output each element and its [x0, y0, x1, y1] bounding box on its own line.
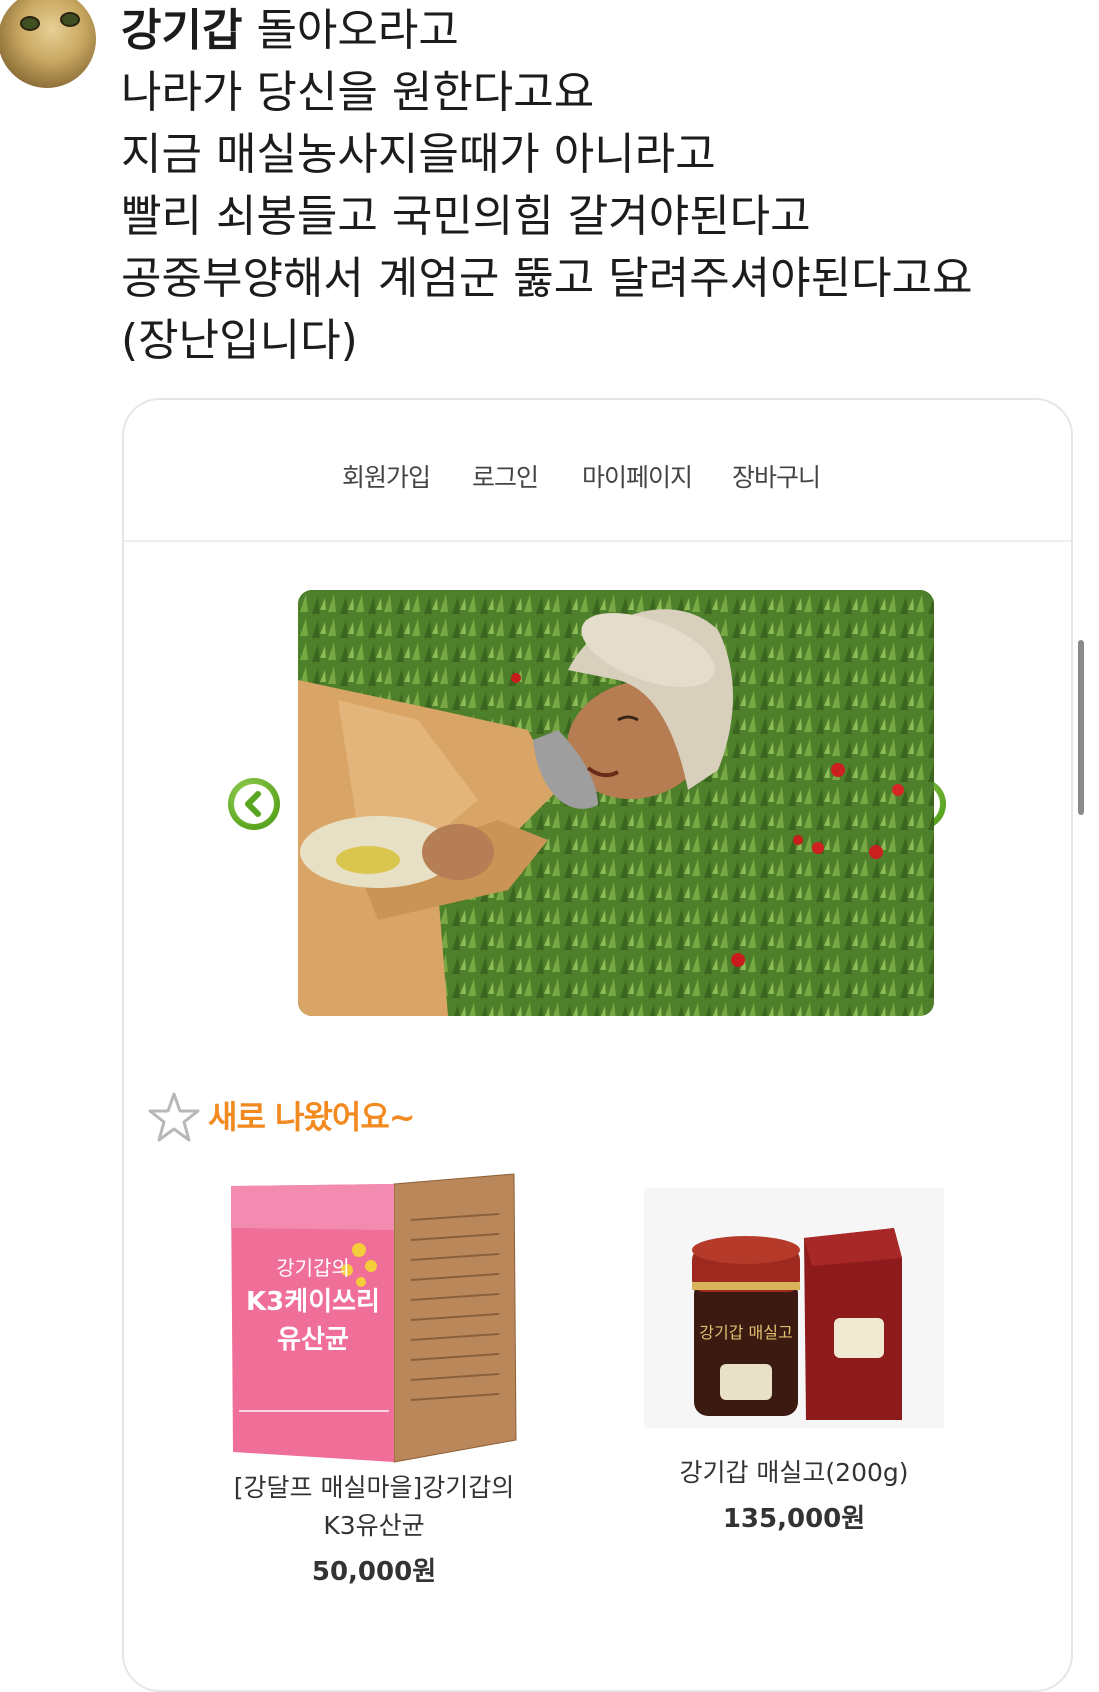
jar-label: 강기갑 매실고: [699, 1323, 792, 1342]
post-line-2: 나라가 당신을 원한다고요: [121, 67, 595, 118]
product-name-k3-line1[interactable]: [강달프 매실마을]강기갑의: [194, 1469, 554, 1507]
post-line-1-text: 돌아오라고: [256, 5, 459, 56]
product-name-k3-line2[interactable]: K3유산균: [194, 1507, 554, 1545]
star-outline-icon: [148, 1092, 200, 1142]
avatar-eye-left: [20, 16, 40, 31]
hero-photo: [298, 590, 934, 1016]
farmer-in-field-illustration: [298, 590, 934, 1016]
post-line-5: 공중부양해서 계엄군 뚫고 달려주셔야된다고요: [121, 253, 973, 304]
slider-prev-button[interactable]: [228, 778, 280, 830]
post-body: 강기갑 돌아오라고 나라가 당신을 원한다고요 지금 매실농사지을때가 아니라고…: [121, 0, 1081, 372]
product-card-maesilgo[interactable]: 강기갑 매실고 강기갑 매실고(200g) 135,000원: [624, 1188, 964, 1535]
post-author[interactable]: 강기갑: [121, 5, 242, 56]
embedded-shop-image[interactable]: 회원가입 로그인 마이페이지 장바구니 새로 나왔어요~ 강기갑의 K3케이쓰리…: [122, 398, 1073, 1692]
chevron-left-icon: [234, 784, 274, 824]
box-title-1: 강기갑의: [276, 1256, 350, 1280]
new-arrivals-heading: 새로 나왔어요~: [146, 1090, 416, 1150]
k3-probiotic-box-image: 강기갑의 K3케이쓰리 유산균: [231, 1173, 517, 1463]
post-line-4: 빨리 쇠봉들고 국민의힘 갈겨야된다고: [121, 191, 811, 242]
product-price-k3: 50,000원: [311, 1557, 437, 1587]
shop-nav-bar: 회원가입 로그인 마이페이지 장바구니: [124, 400, 1071, 542]
page-scrollbar[interactable]: [1078, 640, 1084, 815]
nav-cart[interactable]: 장바구니: [732, 458, 821, 494]
post-line-3: 지금 매실농사지을때가 아니라고: [121, 129, 716, 180]
post-line-1: 강기갑 돌아오라고: [121, 0, 1081, 62]
product-price-maesilgo: 135,000원: [722, 1504, 866, 1534]
nav-login[interactable]: 로그인: [472, 458, 539, 494]
nav-signup[interactable]: 회원가입: [342, 458, 431, 494]
box-title-2: K3케이쓰리: [246, 1287, 380, 1317]
nav-mypage[interactable]: 마이페이지: [582, 458, 693, 494]
post-line-6: (장난입니다): [121, 315, 358, 366]
section-title-text: 새로 나왔어요~: [208, 1098, 416, 1136]
product-card-k3[interactable]: 강기갑의 K3케이쓰리 유산균 [강달프 매실마을]강기갑의 K3유산균 50,…: [194, 1170, 554, 1588]
product-name-maesilgo[interactable]: 강기갑 매실고(200g): [624, 1454, 964, 1492]
box-title-3: 유산균: [277, 1325, 349, 1355]
maesilgo-jar-box-image: 강기갑 매실고: [644, 1188, 944, 1428]
avatar-eye-right: [60, 12, 80, 27]
avatar[interactable]: [0, 0, 96, 88]
